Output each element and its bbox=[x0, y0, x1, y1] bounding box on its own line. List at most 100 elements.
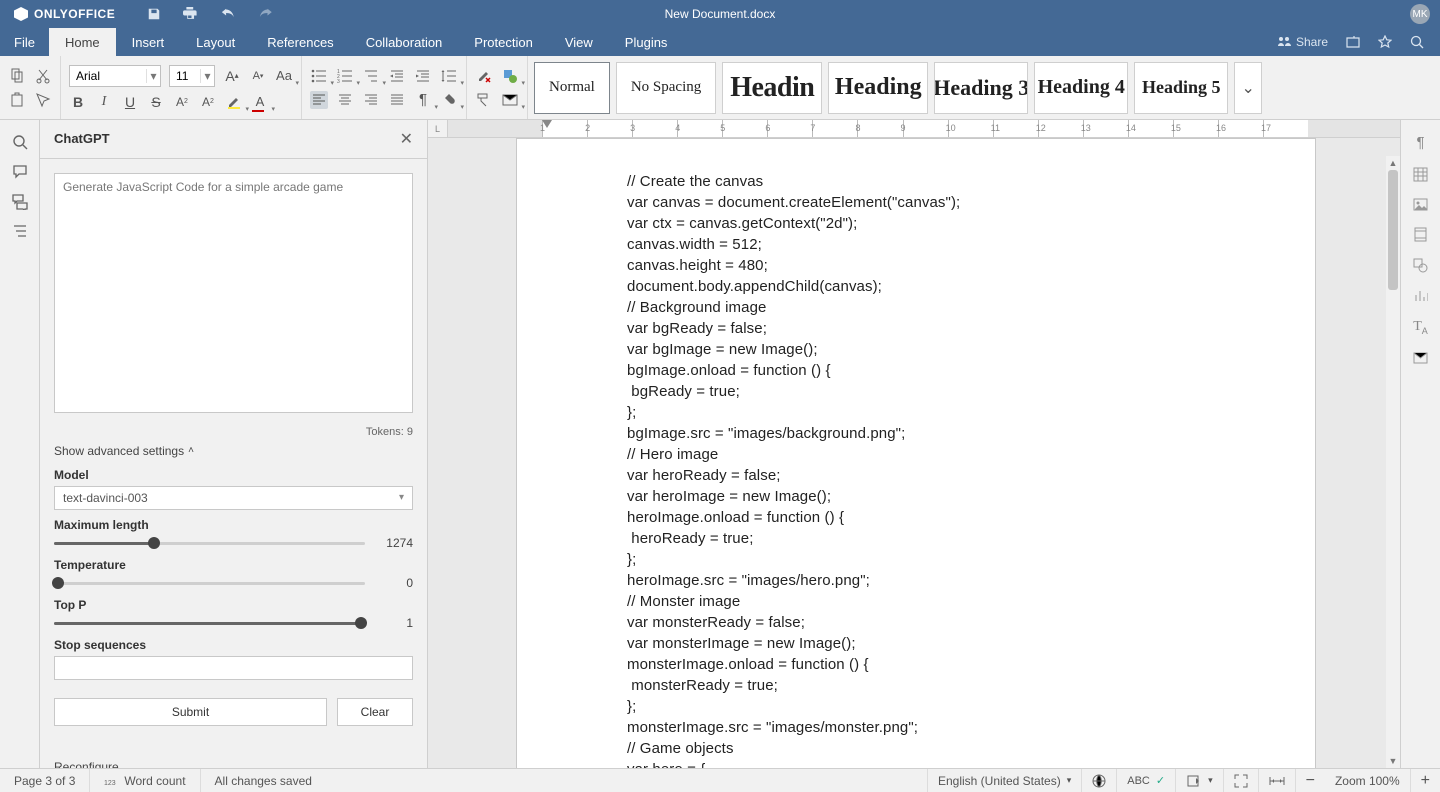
paste-icon[interactable] bbox=[8, 91, 26, 109]
comments-icon[interactable] bbox=[12, 164, 28, 180]
document-line[interactable]: bgImage.onload = function () { bbox=[627, 360, 1315, 381]
font-name-combo[interactable]: Arial▾ bbox=[69, 65, 161, 87]
image-settings-icon[interactable] bbox=[1413, 198, 1428, 211]
favorite-icon[interactable] bbox=[1378, 35, 1392, 49]
undo-icon[interactable] bbox=[221, 7, 237, 21]
tab-file[interactable]: File bbox=[0, 28, 49, 56]
style-heading-3[interactable]: Heading 3 bbox=[934, 62, 1028, 114]
temp-slider[interactable] bbox=[54, 576, 365, 590]
document-line[interactable]: var ctx = canvas.getContext("2d"); bbox=[627, 213, 1315, 234]
page-indicator[interactable]: Page 3 of 3 bbox=[0, 769, 90, 792]
fit-width-icon[interactable] bbox=[1258, 769, 1295, 792]
document-line[interactable]: monsterImage.src = "images/monster.png"; bbox=[627, 717, 1315, 738]
zoom-in-icon[interactable]: + bbox=[1410, 769, 1440, 792]
font-color-icon[interactable]: A▾ bbox=[251, 93, 269, 111]
shading-icon[interactable]: ▾ bbox=[440, 91, 458, 109]
document-line[interactable]: // Monster image bbox=[627, 591, 1315, 612]
style-heading-2[interactable]: Heading bbox=[828, 62, 928, 114]
find-icon[interactable] bbox=[12, 134, 28, 150]
number-list-icon[interactable]: 123▾ bbox=[336, 67, 354, 85]
increase-indent-icon[interactable] bbox=[414, 67, 432, 85]
prompt-input[interactable] bbox=[54, 173, 413, 413]
print-icon[interactable] bbox=[183, 7, 199, 21]
decrease-indent-icon[interactable] bbox=[388, 67, 406, 85]
panel-close-icon[interactable]: ✕ bbox=[400, 129, 413, 149]
track-changes-icon[interactable]: ▾ bbox=[1175, 769, 1223, 792]
document-viewport[interactable]: // Create the canvasvar canvas = documen… bbox=[428, 138, 1400, 768]
fit-page-icon[interactable] bbox=[1223, 769, 1258, 792]
open-location-icon[interactable] bbox=[1346, 35, 1360, 49]
copy-style-icon[interactable] bbox=[475, 91, 493, 109]
highlight-color-icon[interactable]: ▾ bbox=[225, 93, 243, 111]
copy-icon[interactable] bbox=[8, 67, 26, 85]
multilevel-list-icon[interactable]: ▾ bbox=[362, 67, 380, 85]
header-footer-icon[interactable] bbox=[1414, 227, 1427, 242]
chart-settings-icon[interactable] bbox=[1414, 289, 1428, 303]
style-no-spacing[interactable]: No Spacing bbox=[616, 62, 716, 114]
document-line[interactable]: var bgReady = false; bbox=[627, 318, 1315, 339]
save-icon[interactable] bbox=[147, 7, 161, 21]
document-line[interactable]: var hero = { bbox=[627, 759, 1315, 768]
align-center-icon[interactable] bbox=[336, 91, 354, 109]
document-line[interactable]: }; bbox=[627, 696, 1315, 717]
bullet-list-icon[interactable]: ▾ bbox=[310, 67, 328, 85]
user-avatar[interactable]: MK bbox=[1410, 4, 1430, 24]
indent-marker-icon[interactable] bbox=[542, 120, 552, 128]
document-line[interactable]: canvas.width = 512; bbox=[627, 234, 1315, 255]
table-settings-icon[interactable] bbox=[1413, 167, 1428, 182]
zoom-out-icon[interactable]: − bbox=[1295, 769, 1325, 792]
document-line[interactable]: }; bbox=[627, 549, 1315, 570]
model-select[interactable]: text-davinci-003▾ bbox=[54, 486, 413, 510]
tab-collaboration[interactable]: Collaboration bbox=[350, 28, 459, 56]
document-line[interactable]: }; bbox=[627, 402, 1315, 423]
document-line[interactable]: // Background image bbox=[627, 297, 1315, 318]
set-doc-language-icon[interactable] bbox=[1081, 769, 1116, 792]
change-case-icon[interactable]: Aa▾ bbox=[275, 67, 293, 85]
chat-icon[interactable] bbox=[12, 194, 28, 210]
align-justify-icon[interactable] bbox=[388, 91, 406, 109]
tab-plugins[interactable]: Plugins bbox=[609, 28, 684, 56]
scroll-thumb[interactable] bbox=[1388, 170, 1398, 290]
document-line[interactable]: bgReady = true; bbox=[627, 381, 1315, 402]
document-line[interactable]: // Create the canvas bbox=[627, 171, 1315, 192]
document-line[interactable]: var heroReady = false; bbox=[627, 465, 1315, 486]
document-line[interactable]: var canvas = document.createElement("can… bbox=[627, 192, 1315, 213]
bold-icon[interactable]: B bbox=[69, 93, 87, 111]
tab-view[interactable]: View bbox=[549, 28, 609, 56]
submit-button[interactable]: Submit bbox=[54, 698, 327, 726]
redo-icon[interactable] bbox=[259, 7, 275, 21]
zoom-level[interactable]: Zoom 100% bbox=[1325, 769, 1410, 792]
document-line[interactable]: monsterReady = true; bbox=[627, 675, 1315, 696]
word-count[interactable]: 123 Word count bbox=[90, 769, 200, 792]
tab-protection[interactable]: Protection bbox=[458, 28, 549, 56]
italic-icon[interactable]: I bbox=[95, 93, 113, 111]
style-heading-1[interactable]: Headin bbox=[722, 62, 822, 114]
scroll-up-icon[interactable]: ▲ bbox=[1386, 156, 1400, 170]
tab-home[interactable]: Home bbox=[49, 28, 116, 56]
advanced-settings-toggle[interactable]: Show advanced settings˄ bbox=[54, 444, 413, 458]
reconfigure-link[interactable]: Reconfigure bbox=[54, 760, 413, 768]
document-line[interactable]: monsterImage.onload = function () { bbox=[627, 654, 1315, 675]
align-right-icon[interactable] bbox=[362, 91, 380, 109]
maxlen-slider[interactable] bbox=[54, 536, 365, 550]
tab-insert[interactable]: Insert bbox=[116, 28, 181, 56]
document-line[interactable]: var monsterReady = false; bbox=[627, 612, 1315, 633]
style-more-icon[interactable]: ⌄ bbox=[1234, 62, 1262, 114]
document-line[interactable]: heroReady = true; bbox=[627, 528, 1315, 549]
style-heading-5[interactable]: Heading 5 bbox=[1134, 62, 1228, 114]
document-line[interactable]: var monsterImage = new Image(); bbox=[627, 633, 1315, 654]
navigation-icon[interactable] bbox=[12, 224, 28, 238]
document-line[interactable]: canvas.height = 480; bbox=[627, 255, 1315, 276]
decrease-font-icon[interactable]: A▾ bbox=[249, 67, 267, 85]
search-icon[interactable] bbox=[1410, 35, 1424, 49]
document-line[interactable]: var bgImage = new Image(); bbox=[627, 339, 1315, 360]
language-selector[interactable]: English (United States)▾ bbox=[927, 769, 1081, 792]
style-heading-4[interactable]: Heading 4 bbox=[1034, 62, 1128, 114]
document-line[interactable]: var heroImage = new Image(); bbox=[627, 486, 1315, 507]
scroll-down-icon[interactable]: ▼ bbox=[1386, 754, 1400, 768]
clear-button[interactable]: Clear bbox=[337, 698, 413, 726]
mail-merge-icon[interactable] bbox=[1413, 352, 1428, 364]
document-page[interactable]: // Create the canvasvar canvas = documen… bbox=[516, 138, 1316, 768]
document-line[interactable]: heroImage.src = "images/hero.png"; bbox=[627, 570, 1315, 591]
mailings-icon[interactable]: ▾ bbox=[501, 91, 519, 109]
